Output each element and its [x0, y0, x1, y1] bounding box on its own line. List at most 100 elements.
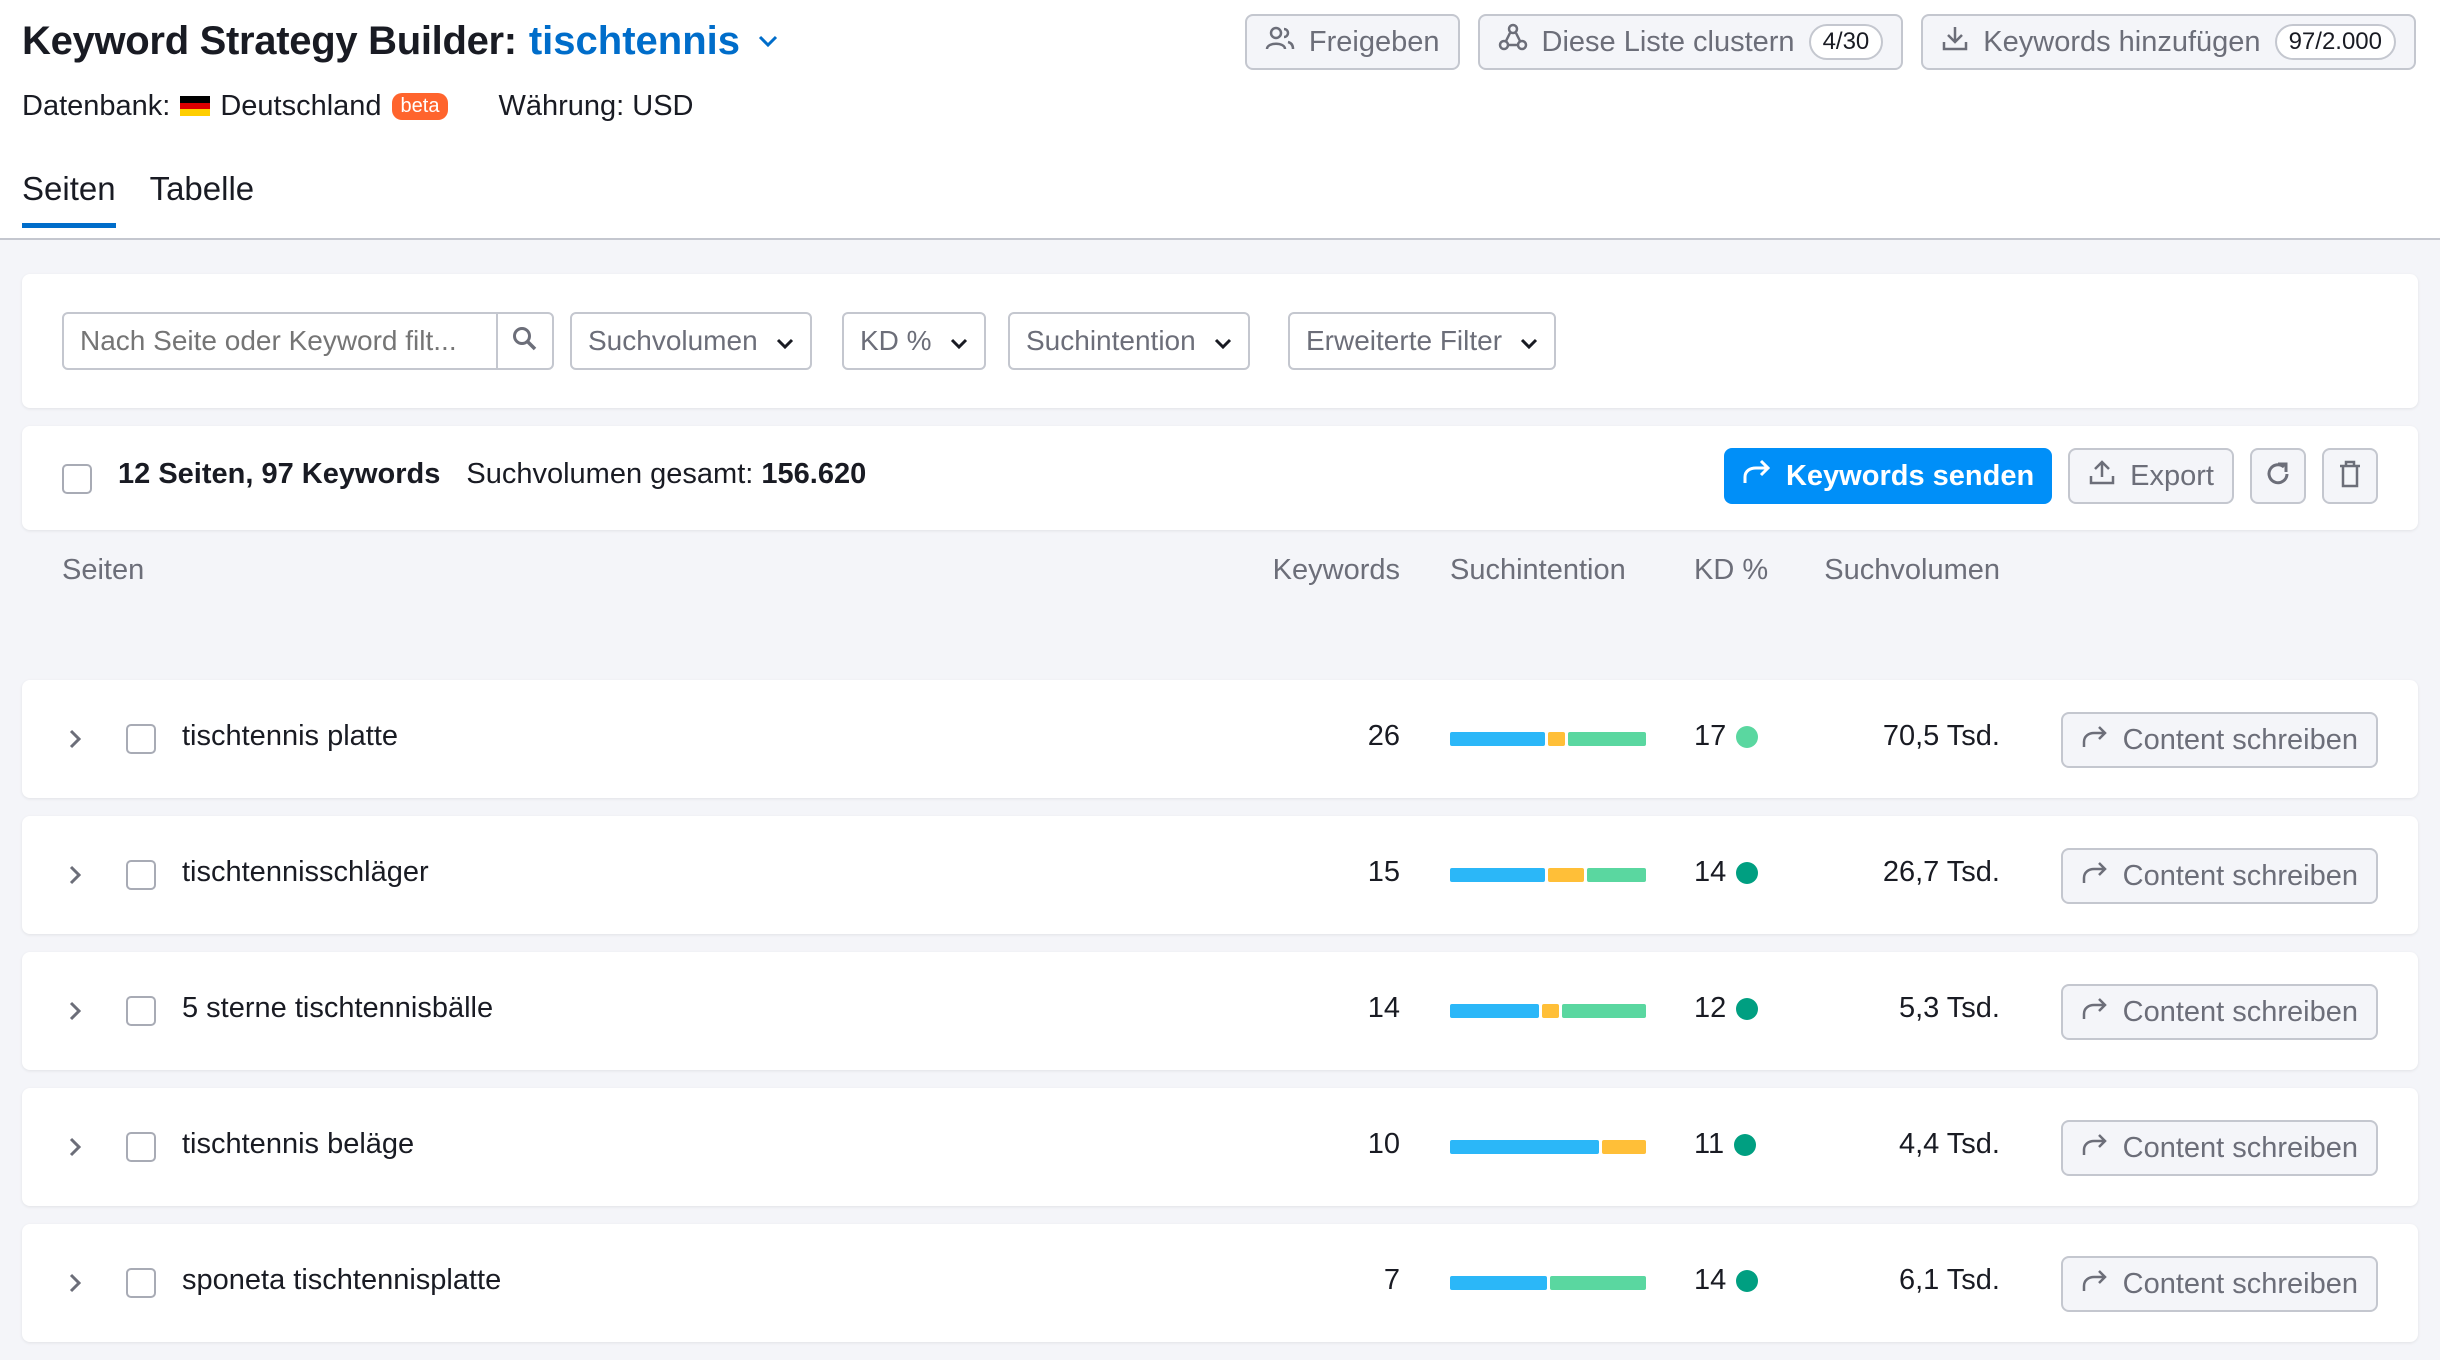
row-checkbox[interactable] — [126, 1268, 156, 1298]
page-name[interactable]: 5 sterne tischtennisbälle — [182, 992, 493, 1025]
chevron-down-icon — [950, 325, 968, 357]
intent-segment — [1450, 732, 1545, 746]
write-content-button[interactable]: Content schreiben — [2060, 1120, 2378, 1176]
kd-filter-label: KD % — [860, 325, 932, 356]
col-kd[interactable]: KD % — [1694, 554, 1768, 587]
intent-segment — [1548, 868, 1585, 882]
intent-segment — [1450, 1276, 1547, 1290]
search-button[interactable] — [496, 314, 552, 368]
keyword-count: 14 — [1367, 992, 1400, 1024]
database-country[interactable]: Deutschland — [220, 90, 381, 123]
kd-value: 12 — [1694, 992, 1759, 1025]
trash-icon — [2338, 460, 2362, 493]
share-arrow-icon — [2081, 996, 2109, 1029]
share-button[interactable]: Freigeben — [1244, 14, 1460, 70]
kd-difficulty-dot — [1736, 861, 1759, 884]
send-keywords-button[interactable]: Keywords senden — [1723, 448, 2053, 504]
search-box — [62, 312, 554, 370]
row-checkbox[interactable] — [126, 996, 156, 1026]
export-button[interactable]: Export — [2068, 448, 2234, 504]
row-checkbox[interactable] — [126, 860, 156, 890]
page-header: Keyword Strategy Builder: tischtennis Da… — [0, 0, 2440, 240]
germany-flag-icon — [180, 96, 211, 117]
tab-table[interactable]: Tabelle — [150, 170, 255, 226]
share-label: Freigeben — [1308, 25, 1440, 58]
write-content-button[interactable]: Content schreiben — [2060, 848, 2378, 904]
summary-text: 12 Seiten, 97 Keywords Suchvolumen gesam… — [118, 458, 866, 491]
row-checkbox[interactable] — [126, 724, 156, 754]
add-keywords-label: Keywords hinzufügen — [1983, 25, 2261, 58]
advanced-filter[interactable]: Erweiterte Filter — [1288, 312, 1557, 370]
kd-number: 11 — [1694, 1128, 1725, 1160]
write-content-button[interactable]: Content schreiben — [2060, 984, 2378, 1040]
kd-value: 11 — [1694, 1128, 1757, 1161]
intent-segment — [1450, 868, 1545, 882]
meta-row: Datenbank: Deutschland beta Währung: USD — [22, 86, 694, 126]
total-volume: Suchvolumen gesamt: 156.620 — [466, 458, 866, 491]
intent-segment — [1548, 732, 1566, 746]
page-name[interactable]: tischtennis platte — [182, 720, 398, 753]
chevron-right-icon[interactable] — [60, 996, 90, 1026]
share-arrow-icon — [2081, 860, 2109, 893]
write-content-button[interactable]: Content schreiben — [2060, 712, 2378, 768]
project-selector[interactable]: tischtennis — [529, 19, 740, 64]
kd-number: 14 — [1694, 1264, 1727, 1296]
intent-bar — [1450, 1140, 1646, 1154]
summary-actions: Keywords senden Export — [1723, 448, 2378, 504]
page-name[interactable]: sponeta tischtennisplatte — [182, 1264, 501, 1297]
search-input[interactable] — [64, 314, 496, 368]
kd-filter[interactable]: KD % — [842, 312, 986, 370]
table-row: tischtennis beläge 10 11 4,4 Tsd. Conten… — [22, 1088, 2418, 1206]
tab-pages[interactable]: Seiten — [22, 170, 116, 228]
intent-bar — [1450, 1004, 1646, 1018]
intent-segment — [1542, 1004, 1560, 1018]
column-headers: Seiten Keywords Suchintention KD % Suchv… — [22, 552, 2418, 596]
keyword-count: 10 — [1367, 1128, 1400, 1160]
select-all-checkbox[interactable] — [62, 464, 92, 494]
share-arrow-icon — [2081, 724, 2109, 757]
search-icon — [512, 326, 538, 357]
total-volume-value: 156.620 — [761, 458, 867, 490]
kd-difficulty-dot — [1736, 1269, 1759, 1292]
volume-filter[interactable]: Suchvolumen — [570, 312, 812, 370]
share-arrow-icon — [1742, 459, 1772, 493]
filter-bar: Suchvolumen KD % Suchintention Erweitert… — [22, 274, 2418, 408]
chevron-down-icon[interactable] — [754, 27, 782, 55]
intent-segment — [1549, 1276, 1646, 1290]
keyword-count: 26 — [1367, 720, 1400, 752]
col-volume[interactable]: Suchvolumen — [1824, 554, 2000, 587]
cluster-button[interactable]: Diese Liste clustern 4/30 — [1477, 14, 1904, 70]
add-keywords-counter: 97/2.000 — [2274, 24, 2396, 60]
col-intent[interactable]: Suchintention — [1450, 554, 1626, 587]
write-content-button[interactable]: Content schreiben — [2060, 1256, 2378, 1312]
chevron-right-icon[interactable] — [60, 1132, 90, 1162]
volume-filter-label: Suchvolumen — [588, 325, 758, 356]
intent-segment — [1562, 1004, 1646, 1018]
send-keywords-label: Keywords senden — [1785, 459, 2035, 492]
col-keywords[interactable]: Keywords — [1273, 554, 1400, 587]
database-label: Datenbank: — [22, 89, 171, 122]
chevron-right-icon[interactable] — [60, 724, 90, 754]
table-row: tischtennisschläger 15 14 26,7 Tsd. Cont… — [22, 816, 2418, 934]
col-pages: Seiten — [62, 554, 145, 586]
row-checkbox[interactable] — [126, 1132, 156, 1162]
search-volume: 70,5 Tsd. — [1882, 720, 2000, 752]
top-actions: Freigeben Diese Liste clustern 4/30 Keyw… — [1244, 14, 2416, 70]
chevron-down-icon — [776, 325, 794, 357]
table-row: 5 sterne tischtennisbälle 14 12 5,3 Tsd.… — [22, 952, 2418, 1070]
refresh-icon — [2264, 460, 2292, 493]
kd-value: 14 — [1694, 1264, 1759, 1297]
cluster-label: Diese Liste clustern — [1541, 25, 1795, 58]
intent-segment — [1450, 1004, 1540, 1018]
chevron-right-icon[interactable] — [60, 860, 90, 890]
page-name[interactable]: tischtennisschläger — [182, 856, 429, 889]
intent-filter[interactable]: Suchintention — [1008, 312, 1250, 370]
delete-button[interactable] — [2322, 448, 2378, 504]
page-name[interactable]: tischtennis beläge — [182, 1128, 414, 1161]
kd-number: 17 — [1694, 720, 1727, 752]
chevron-right-icon[interactable] — [60, 1268, 90, 1298]
intent-bar — [1450, 732, 1646, 746]
add-keywords-button[interactable]: Keywords hinzufügen 97/2.000 — [1921, 14, 2416, 70]
currency-label: Währung: USD — [498, 89, 694, 122]
refresh-button[interactable] — [2250, 448, 2306, 504]
